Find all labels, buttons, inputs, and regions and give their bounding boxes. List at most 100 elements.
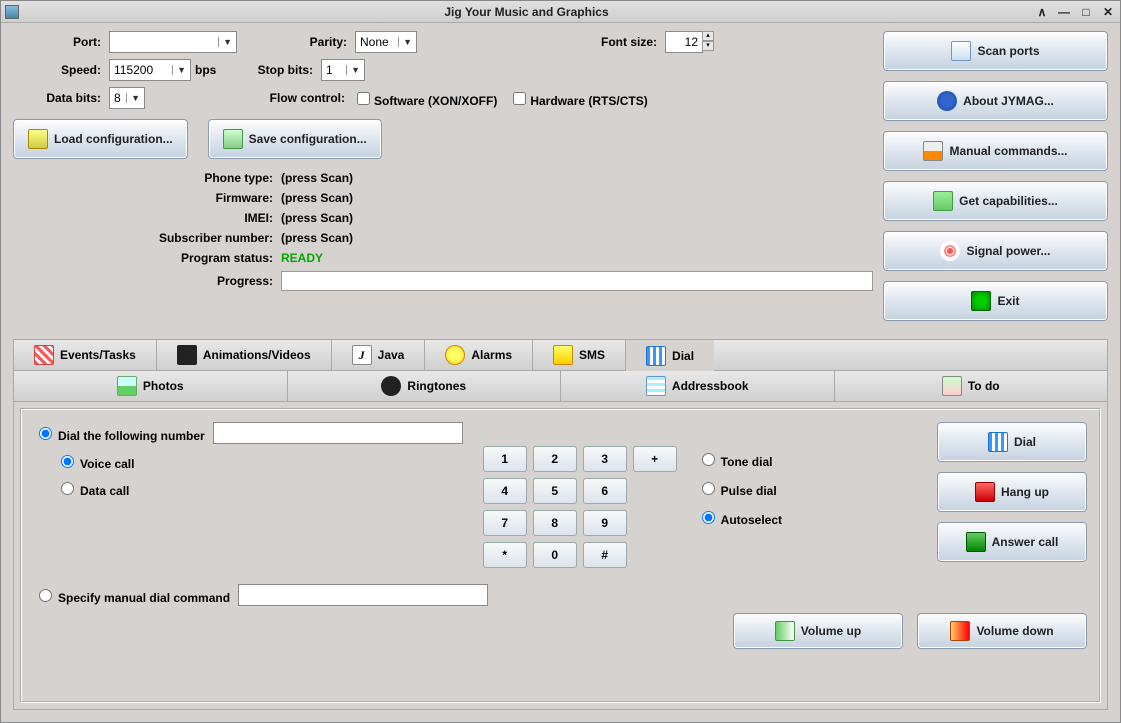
tab-java[interactable]: JJava (332, 340, 426, 370)
answer-button[interactable]: Answer call (937, 522, 1087, 562)
dial-panel: Dial the following number Voice call Dat… (20, 408, 1101, 703)
tab-ringtones[interactable]: Ringtones (288, 371, 562, 401)
phonetype-label: Phone type: (13, 171, 273, 185)
firmware-value: (press Scan) (281, 191, 873, 205)
close-button[interactable]: ✕ (1100, 5, 1116, 19)
tab-panel: Events/Tasks Animations/Videos JJava Ala… (13, 339, 1108, 710)
key-2[interactable]: 2 (533, 446, 577, 472)
pulse-dial-radio[interactable]: Pulse dial (697, 479, 782, 498)
minimize-button[interactable]: — (1056, 5, 1072, 19)
key-6[interactable]: 6 (583, 478, 627, 504)
get-capabilities-button[interactable]: Get capabilities... (883, 181, 1108, 221)
key-hash[interactable]: # (583, 542, 627, 568)
key-3[interactable]: 3 (583, 446, 627, 472)
tab-alarms[interactable]: Alarms (425, 340, 533, 370)
phonetype-value: (press Scan) (281, 171, 873, 185)
tab-addressbook[interactable]: Addressbook (561, 371, 835, 401)
window-title: Jig Your Music and Graphics (25, 5, 1028, 19)
addressbook-icon (646, 376, 666, 396)
subscriber-value: (press Scan) (281, 231, 873, 245)
tab-animations[interactable]: Animations/Videos (157, 340, 332, 370)
hangup-button[interactable]: Hang up (937, 472, 1087, 512)
signal-power-button[interactable]: Signal power... (883, 231, 1108, 271)
dial-button[interactable]: Dial (937, 422, 1087, 462)
data-call-radio[interactable]: Data call (56, 479, 129, 498)
flow-software-checkbox[interactable]: Software (XON/XOFF) (353, 89, 497, 108)
key-1[interactable]: 1 (483, 446, 527, 472)
bps-label: bps (195, 63, 227, 77)
capabilities-icon (933, 191, 953, 211)
flow-label: Flow control: (149, 91, 349, 105)
voice-call-radio[interactable]: Voice call (56, 452, 134, 471)
volume-up-button[interactable]: Volume up (733, 613, 903, 649)
load-config-button[interactable]: Load configuration... (13, 119, 188, 159)
tab-photos[interactable]: Photos (14, 371, 288, 401)
fontsize-spinner[interactable]: ▴▾ (702, 31, 714, 53)
manual-dial-radio[interactable]: Specify manual dial command (34, 586, 230, 605)
status-label: Program status: (13, 251, 273, 265)
hangup-icon (975, 482, 995, 502)
imei-label: IMEI: (13, 211, 273, 225)
status-value: READY (281, 251, 873, 265)
sms-icon (553, 345, 573, 365)
key-4[interactable]: 4 (483, 478, 527, 504)
answer-icon (966, 532, 986, 552)
about-button[interactable]: About JYMAG... (883, 81, 1108, 121)
dial-number-radio[interactable]: Dial the following number (34, 424, 205, 443)
progress-label: Progress: (13, 274, 273, 288)
autoselect-radio[interactable]: Autoselect (697, 508, 782, 527)
key-8[interactable]: 8 (533, 510, 577, 536)
progress-bar (281, 271, 873, 291)
load-icon (28, 129, 48, 149)
stopbits-select[interactable]: 1▼ (321, 59, 365, 81)
databits-select[interactable]: 8▼ (109, 87, 145, 109)
tab-todo[interactable]: To do (835, 371, 1108, 401)
key-7[interactable]: 7 (483, 510, 527, 536)
dial-tab-icon (646, 346, 666, 366)
ringtones-icon (381, 376, 401, 396)
events-icon (34, 345, 54, 365)
tab-sms[interactable]: SMS (533, 340, 626, 370)
key-plus[interactable]: + (633, 446, 677, 472)
save-icon (223, 129, 243, 149)
subscriber-label: Subscriber number: (13, 231, 273, 245)
todo-icon (942, 376, 962, 396)
manual-dial-input[interactable] (238, 584, 488, 606)
photos-icon (117, 376, 137, 396)
dial-icon (988, 432, 1008, 452)
imei-value: (press Scan) (281, 211, 873, 225)
stopbits-label: Stop bits: (231, 63, 317, 77)
exit-button[interactable]: Exit (883, 281, 1108, 321)
rollup-button[interactable]: ∧ (1034, 5, 1050, 19)
key-9[interactable]: 9 (583, 510, 627, 536)
flow-hardware-checkbox[interactable]: Hardware (RTS/CTS) (509, 89, 647, 108)
keypad: 1 2 3 + 4 5 6 7 8 9 * (483, 446, 677, 568)
tone-dial-radio[interactable]: Tone dial (697, 450, 782, 469)
speed-label: Speed: (13, 63, 105, 77)
fontsize-field[interactable]: 12 (665, 31, 703, 53)
save-config-button[interactable]: Save configuration... (208, 119, 382, 159)
about-icon (937, 91, 957, 111)
volume-down-button[interactable]: Volume down (917, 613, 1087, 649)
parity-select[interactable]: None▼ (355, 31, 417, 53)
fontsize-label: Font size: (421, 35, 661, 49)
maximize-button[interactable]: □ (1078, 5, 1094, 19)
key-5[interactable]: 5 (533, 478, 577, 504)
port-select[interactable]: ▼ (109, 31, 237, 53)
firmware-label: Firmware: (13, 191, 273, 205)
animations-icon (177, 345, 197, 365)
java-icon: J (352, 345, 372, 365)
app-icon (5, 5, 19, 19)
key-0[interactable]: 0 (533, 542, 577, 568)
tab-events[interactable]: Events/Tasks (14, 340, 157, 370)
tab-dial[interactable]: Dial (626, 341, 714, 371)
content-area: Port: ▼ Parity: None▼ Font size: 12▴▾ Sp… (1, 23, 1120, 722)
scan-ports-button[interactable]: Scan ports (883, 31, 1108, 71)
app-window: Jig Your Music and Graphics ∧ — □ ✕ Port… (0, 0, 1121, 723)
speed-select[interactable]: 115200▼ (109, 59, 191, 81)
manual-commands-button[interactable]: Manual commands... (883, 131, 1108, 171)
titlebar: Jig Your Music and Graphics ∧ — □ ✕ (1, 1, 1120, 23)
databits-label: Data bits: (13, 91, 105, 105)
key-star[interactable]: * (483, 542, 527, 568)
dial-number-input[interactable] (213, 422, 463, 444)
